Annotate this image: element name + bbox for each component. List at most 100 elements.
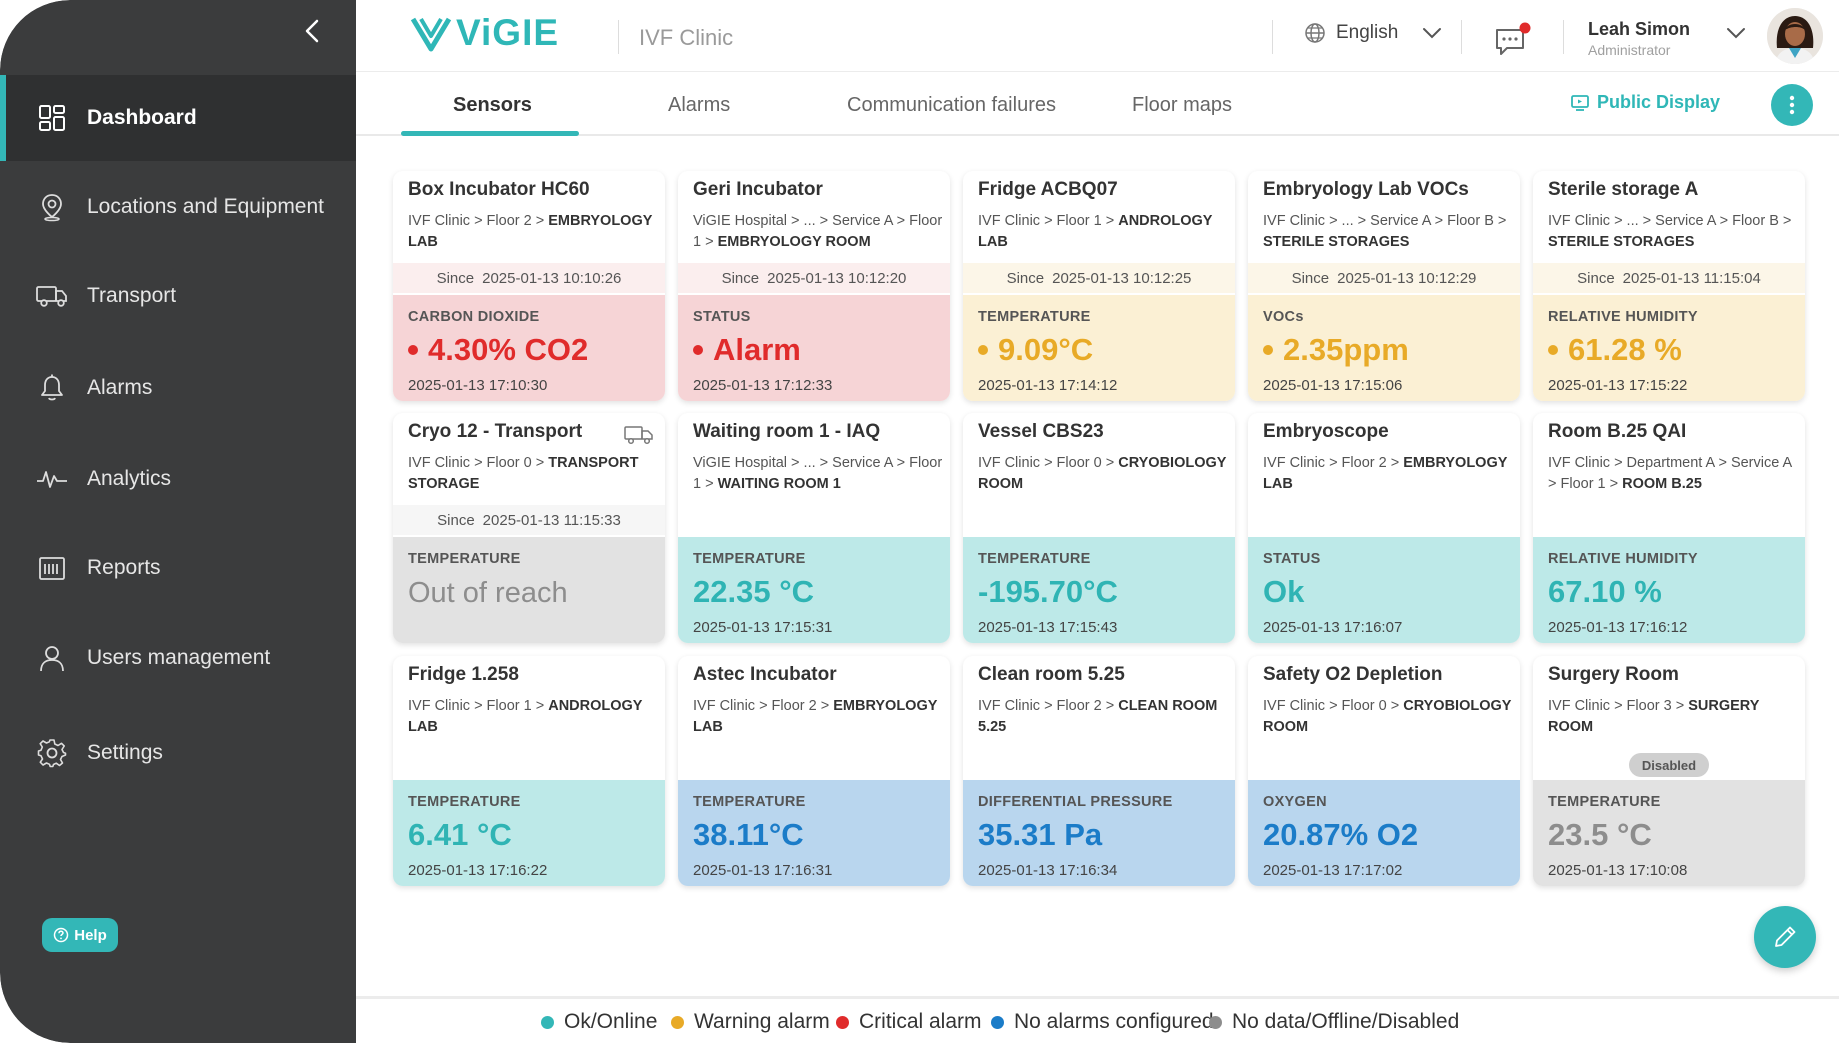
sensor-location-path: IVF Clinic > Floor 2 > CLEAN ROOM 5.25 xyxy=(978,696,1230,738)
legend-item: No alarms configured xyxy=(991,1010,1214,1034)
sensor-card[interactable]: Sterile storage A IVF Clinic > ... > Serv… xyxy=(1533,171,1805,401)
sensor-card[interactable]: Box Incubator HC60 IVF Clinic > Floor 2 >… xyxy=(393,171,665,401)
legend-dot xyxy=(991,1015,1004,1029)
sensor-reading: CARBON DIOXIDE 4.30% CO2 2025-01-13 17:1… xyxy=(393,295,665,401)
language-selector[interactable]: English xyxy=(1304,22,1442,44)
sensor-name: Clean room 5.25 xyxy=(978,664,1125,685)
sensor-name: Fridge 1.258 xyxy=(408,664,519,685)
status-legend: Ok/Online Warning alarm Critical alarm No a… xyxy=(356,996,1839,1043)
top-header: ViGIE IVF Clinic English Leah Simon Admi… xyxy=(356,0,1839,72)
collapse-sidebar-button[interactable] xyxy=(300,14,324,48)
tab-sensors[interactable]: Sensors xyxy=(453,94,532,117)
sidebar-item-transport[interactable]: Transport xyxy=(0,253,356,339)
sensor-card[interactable]: Safety O2 Depletion IVF Clinic > Floor 0 … xyxy=(1248,656,1520,886)
location-path-text: IVF Clinic > Floor 0 > xyxy=(1263,698,1400,714)
measurement-timestamp: 2025-01-13 17:16:12 xyxy=(1548,619,1688,636)
sidebar-item-analytics[interactable]: Analytics xyxy=(0,436,356,522)
status-dot xyxy=(693,345,703,355)
sensor-location-path: IVF Clinic > Floor 1 > ANDROLOGY LAB xyxy=(408,696,660,738)
sensor-card[interactable]: Waiting room 1 - IAQ ViGIE Hospital > ...… xyxy=(678,413,950,643)
sidebar-item-alarms[interactable]: Alarms xyxy=(0,345,356,431)
chat-icon xyxy=(1496,22,1531,55)
app-window: Dashboard Locations and Equipment Transp… xyxy=(0,0,1839,1043)
sidebar-item-reports[interactable]: Reports xyxy=(0,525,356,611)
measurement-value: 6.41 °C xyxy=(408,817,512,853)
sensor-name: Safety O2 Depletion xyxy=(1263,664,1443,685)
location-path-text: IVF Clinic > Floor 1 > xyxy=(408,698,545,714)
more-options-button[interactable] xyxy=(1771,84,1813,126)
measurement-value: Out of reach xyxy=(408,577,568,610)
sensor-card[interactable]: Room B.25 QAI IVF Clinic > Department A >… xyxy=(1533,413,1805,643)
measurement-label: STATUS xyxy=(693,309,751,325)
location-path-text: IVF Clinic > Floor 0 > xyxy=(978,455,1115,471)
divider xyxy=(1461,20,1462,54)
sensor-name: Sterile storage A xyxy=(1548,179,1699,200)
measurement-value-text: 61.28 % xyxy=(1568,332,1682,367)
measurement-timestamp: 2025-01-13 17:14:12 xyxy=(978,377,1118,394)
measurement-label: TEMPERATURE xyxy=(978,551,1091,567)
sidebar-item-label: Transport xyxy=(87,284,177,307)
measurement-value: 4.30% CO2 xyxy=(408,332,588,368)
user-menu-toggle[interactable] xyxy=(1726,26,1746,44)
sensor-location-path: IVF Clinic > Floor 0 > CRYOBIOLOGY ROOM xyxy=(978,453,1230,495)
vigie-logo[interactable]: ViGIE xyxy=(410,12,560,53)
tab-floor-maps[interactable]: Floor maps xyxy=(1132,94,1232,117)
messages-button[interactable] xyxy=(1493,22,1533,58)
alarm-since: Since 2025-01-13 10:12:20 xyxy=(678,263,950,293)
globe-icon xyxy=(1305,23,1325,43)
sensor-card[interactable]: Cryo 12 - Transport IVF Clinic > Floor 0 … xyxy=(393,413,665,643)
logo-text: ViGIE xyxy=(456,12,560,53)
sensor-location-path: ViGIE Hospital > ... > Service A > Floor… xyxy=(693,453,945,495)
sidebar-item-settings[interactable]: Settings xyxy=(0,710,356,796)
measurement-value: 35.31 Pa xyxy=(978,817,1102,853)
kebab-menu-icon xyxy=(1789,95,1795,115)
tab-bar: Sensors Alarms Communication failures Fl… xyxy=(356,72,1839,136)
measurement-value-text: 9.09°C xyxy=(998,332,1094,367)
sidebar-item-users[interactable]: Users management xyxy=(0,615,356,701)
measurement-value-text: Out of reach xyxy=(408,577,568,609)
help-button[interactable]: Help xyxy=(42,918,118,952)
sensor-location-path: IVF Clinic > Floor 1 > ANDROLOGY LAB xyxy=(978,211,1230,253)
measurement-value-text: 20.87% O2 xyxy=(1263,817,1419,852)
gear-icon xyxy=(36,737,68,769)
sensor-card[interactable]: Astec Incubator IVF Clinic > Floor 2 > EM… xyxy=(678,656,950,886)
measurement-value: 23.5 °C xyxy=(1548,817,1652,853)
measurement-timestamp: 2025-01-13 17:12:33 xyxy=(693,377,833,394)
sensor-card[interactable]: Embryoscope IVF Clinic > Floor 2 > EMBRYO… xyxy=(1248,413,1520,643)
sensor-location-path: IVF Clinic > Floor 0 > CRYOBIOLOGY ROOM xyxy=(1263,696,1515,738)
measurement-timestamp: 2025-01-13 17:15:22 xyxy=(1548,377,1688,394)
sensor-card[interactable]: Fridge 1.258 IVF Clinic > Floor 1 > ANDRO… xyxy=(393,656,665,886)
measurement-value: -195.70°C xyxy=(978,574,1118,610)
edit-fab-button[interactable] xyxy=(1754,906,1816,968)
sensor-card[interactable]: Vessel CBS23 IVF Clinic > Floor 0 > CRYOB… xyxy=(963,413,1235,643)
help-icon xyxy=(53,927,69,943)
sensor-reading: DIFFERENTIAL PRESSURE 35.31 Pa 2025-01-1… xyxy=(963,780,1235,886)
sensor-reading: VOCs 2.35ppm 2025-01-13 17:15:06 xyxy=(1248,295,1520,401)
sensor-card[interactable]: Clean room 5.25 IVF Clinic > Floor 2 > CL… xyxy=(963,656,1235,886)
sidebar-item-dashboard[interactable]: Dashboard xyxy=(0,75,356,161)
legend-item: Warning alarm xyxy=(671,1010,830,1034)
public-display-label: Public Display xyxy=(1597,92,1721,112)
measurement-label: RELATIVE HUMIDITY xyxy=(1548,309,1698,325)
clinic-name: IVF Clinic xyxy=(639,25,734,50)
chevron-down-icon xyxy=(1423,28,1442,39)
avatar[interactable] xyxy=(1767,8,1823,64)
tab-communication-failures[interactable]: Communication failures xyxy=(847,94,1056,117)
sensor-name: Astec Incubator xyxy=(693,664,837,685)
sensor-card[interactable]: Fridge ACBQ07 IVF Clinic > Floor 1 > ANDR… xyxy=(963,171,1235,401)
location-path-text: IVF Clinic > Floor 2 > xyxy=(1263,455,1400,471)
public-display-button[interactable]: Public Display xyxy=(1571,92,1720,113)
sensor-card[interactable]: Surgery Room IVF Clinic > Floor 3 > SURGE… xyxy=(1533,656,1805,886)
sidebar-item-locations[interactable]: Locations and Equipment xyxy=(0,164,356,250)
measurement-label: TEMPERATURE xyxy=(693,794,806,810)
sensor-location-path: IVF Clinic > Department A > Service A > … xyxy=(1548,453,1800,495)
tab-alarms[interactable]: Alarms xyxy=(668,94,730,117)
sensor-card[interactable]: Embryology Lab VOCs IVF Clinic > ... > Se… xyxy=(1248,171,1520,401)
sensor-location-path: IVF Clinic > Floor 3 > SURGERY ROOM xyxy=(1548,696,1800,738)
legend-dot xyxy=(1209,1015,1222,1029)
measurement-value-text: 6.41 °C xyxy=(408,817,512,852)
sensor-card[interactable]: Geri Incubator ViGIE Hospital > ... > Ser… xyxy=(678,171,950,401)
measurement-label: TEMPERATURE xyxy=(408,794,521,810)
legend-dot xyxy=(671,1015,684,1029)
sensor-grid: Box Incubator HC60 IVF Clinic > Floor 2 >… xyxy=(393,171,1805,889)
